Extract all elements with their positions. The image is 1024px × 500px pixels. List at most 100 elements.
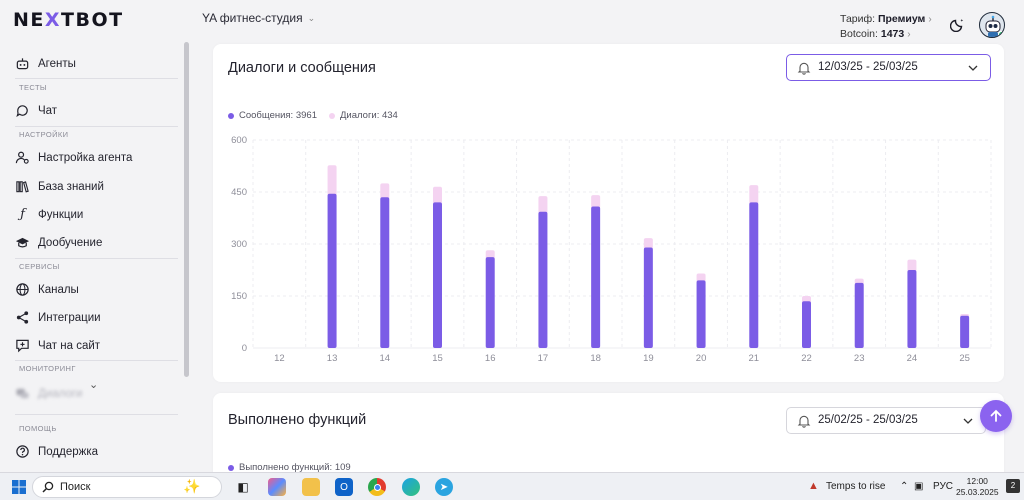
y-tick-label: 450 xyxy=(231,187,247,198)
chat-icon xyxy=(16,105,28,117)
chevron-down-icon: ⌄ xyxy=(307,12,316,23)
sidebar-item-integrations[interactable]: Интеграции xyxy=(15,310,101,325)
x-tick-label: 15 xyxy=(432,353,443,364)
botcoin-value: 1473 xyxy=(880,28,905,40)
bar-dialogs xyxy=(538,196,548,214)
x-tick-label: 18 xyxy=(590,353,601,364)
y-tick-label: 150 xyxy=(231,291,247,302)
books-icon xyxy=(16,181,29,193)
bell-icon xyxy=(797,415,811,428)
x-tick-label: 13 xyxy=(327,353,338,364)
dialogs-messages-card: Диалоги и сообщения 12/03/25 - 25/03/25 … xyxy=(213,44,1004,382)
scroll-to-top-button[interactable] xyxy=(980,400,1012,432)
outlook-icon[interactable]: O xyxy=(335,478,353,496)
nextbot-logo[interactable]: NEXTBOT xyxy=(13,9,124,31)
avatar[interactable] xyxy=(979,12,1005,38)
moon-icon[interactable] xyxy=(950,16,966,32)
x-tick-label: 12 xyxy=(274,353,285,364)
bar-messages xyxy=(749,202,759,348)
sidebar-divider xyxy=(15,126,178,127)
bar-dialogs xyxy=(433,186,442,205)
bar-dialogs xyxy=(327,165,337,196)
sidebar-item-agent-settings[interactable]: Настройка агента xyxy=(15,150,132,165)
thermometer-icon: ▲ xyxy=(808,480,819,492)
function-icon: ƒ xyxy=(20,207,25,222)
chevron-down-icon[interactable]: ⌄ xyxy=(89,378,98,391)
bar-messages xyxy=(380,197,390,348)
date-range-value: 25/02/25 - 25/03/25 xyxy=(818,414,918,426)
y-tick-label: 300 xyxy=(231,239,247,250)
sidebar: Агенты ТЕСТЫ Чат НАСТРОЙКИ Настройка аге… xyxy=(0,42,190,472)
y-tick-label: 0 xyxy=(242,343,247,354)
section-settings: НАСТРОЙКИ xyxy=(19,130,69,139)
section-monitoring: МОНИТОРИНГ xyxy=(19,364,76,373)
windows-start-icon[interactable] xyxy=(12,480,26,494)
taskbar-search[interactable]: Поиск ✨ xyxy=(32,476,222,498)
sidebar-item-knowledge[interactable]: База знаний xyxy=(15,179,104,194)
bar-messages xyxy=(802,301,811,348)
bar-messages xyxy=(327,193,337,348)
file-explorer-icon[interactable] xyxy=(302,478,320,496)
x-tick-label: 24 xyxy=(907,353,918,364)
lang-indicator[interactable]: РУС xyxy=(933,481,953,492)
chrome-icon[interactable] xyxy=(368,478,386,496)
x-tick-label: 21 xyxy=(748,353,759,364)
bar-messages xyxy=(591,206,601,348)
sidebar-item-site-chat[interactable]: Чат на сайт xyxy=(15,338,100,353)
edge-icon[interactable] xyxy=(402,478,420,496)
weather-text[interactable]: Temps to rise xyxy=(826,481,885,492)
bar-messages xyxy=(696,280,706,348)
sidebar-divider xyxy=(15,258,178,259)
plan-value: Премиум xyxy=(877,13,926,25)
bar-messages xyxy=(643,247,653,348)
sidebar-item-functions[interactable]: ƒ Функции xyxy=(15,207,83,222)
sidebar-scrollbar[interactable] xyxy=(184,42,189,377)
sidebar-divider xyxy=(15,78,178,79)
bar-messages xyxy=(485,257,495,348)
task-view-icon[interactable]: ◧ xyxy=(234,478,252,496)
plan-info[interactable]: Тариф: Премиум › Botcoin: 1473 › xyxy=(840,12,932,42)
bar-dialogs xyxy=(591,195,601,209)
y-tick-label: 600 xyxy=(231,135,247,146)
share-icon xyxy=(16,311,29,324)
bar-dialogs xyxy=(749,185,759,205)
studio-selector[interactable]: YA фитнес-студия ⌄ xyxy=(202,11,315,25)
chat-plus-icon xyxy=(16,339,29,353)
bar-messages xyxy=(854,282,864,348)
sidebar-item-training[interactable]: Дообучение xyxy=(15,235,102,250)
sidebar-item-dialogs[interactable]: Диалоги xyxy=(15,386,82,401)
chevron-right-icon: › xyxy=(907,29,911,40)
x-tick-label: 23 xyxy=(854,353,865,364)
telegram-icon[interactable]: ➤ xyxy=(435,478,453,496)
section-services: СЕРВИСЫ xyxy=(19,262,60,271)
robot-icon xyxy=(16,58,29,70)
date-range-picker[interactable]: 25/02/25 - 25/03/25 xyxy=(786,407,986,434)
x-tick-label: 14 xyxy=(379,353,390,364)
bar-messages xyxy=(907,270,917,348)
sidebar-item-chat[interactable]: Чат xyxy=(15,103,57,118)
studio-name: YA фитнес-студия xyxy=(202,11,303,25)
x-tick-label: 20 xyxy=(696,353,707,364)
bar-messages xyxy=(538,211,548,348)
dialogs-icon xyxy=(16,388,29,399)
copilot-icon[interactable] xyxy=(268,478,286,496)
x-tick-label: 25 xyxy=(959,353,970,364)
online-status-dot xyxy=(998,31,1004,37)
sidebar-item-agents[interactable]: Агенты xyxy=(15,56,76,71)
sidebar-divider xyxy=(15,360,178,361)
sidebar-item-support[interactable]: Поддержка xyxy=(15,444,98,459)
section-tests: ТЕСТЫ xyxy=(19,83,47,92)
arrow-up-icon xyxy=(990,409,1002,422)
x-tick-label: 16 xyxy=(485,353,496,364)
network-icon[interactable]: ▣ xyxy=(914,481,923,492)
bar-messages xyxy=(960,315,970,348)
notification-badge[interactable]: 2 xyxy=(1006,479,1020,493)
tray-overflow-icon[interactable]: ⌃ xyxy=(900,481,908,492)
taskbar-clock[interactable]: 12:00 25.03.2025 xyxy=(956,476,999,498)
x-tick-label: 22 xyxy=(801,353,812,364)
help-circle-icon xyxy=(16,445,29,458)
bar-chart: 0 150 300 450 600 12 13 14 15 16 17 18 19 20 21 22 23 24 2… xyxy=(231,135,992,364)
x-tick-label: 17 xyxy=(538,353,549,364)
sidebar-item-channels[interactable]: Каналы xyxy=(15,282,79,297)
chevron-down-icon xyxy=(963,418,973,424)
